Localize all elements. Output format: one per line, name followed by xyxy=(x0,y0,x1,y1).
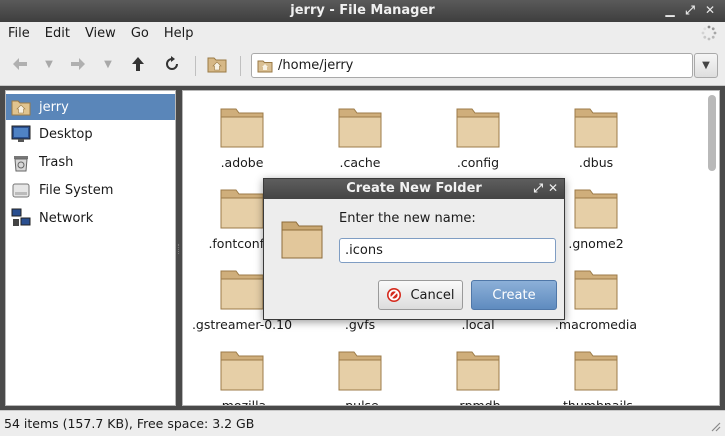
folder-icon xyxy=(456,351,500,391)
close-icon[interactable]: ✕ xyxy=(703,3,717,17)
status-text: 54 items (157.7 KB), Free space: 3.2 GB xyxy=(4,416,255,431)
file-item[interactable]: .adobe xyxy=(183,103,301,170)
create-label: Create xyxy=(492,287,536,303)
trash-icon xyxy=(14,156,28,172)
file-item[interactable]: .mozilla xyxy=(183,346,301,406)
menu-go[interactable]: Go xyxy=(123,26,156,41)
sidebar-item-label: Desktop xyxy=(39,126,93,142)
folder-icon xyxy=(456,108,500,148)
dialog-close-icon[interactable]: ✕ xyxy=(548,181,558,196)
folder-icon xyxy=(574,108,618,148)
file-item[interactable]: .cache xyxy=(301,103,419,170)
file-label: .cache xyxy=(339,155,381,170)
file-label: .config xyxy=(456,155,500,170)
create-button[interactable]: Create xyxy=(471,280,557,310)
home-folder-icon xyxy=(11,100,31,116)
location-path: /home/jerry xyxy=(278,58,354,73)
folder-icon xyxy=(220,270,264,310)
sidebar-item-trash[interactable]: Trash xyxy=(6,149,175,175)
folder-icon xyxy=(220,189,264,229)
drive-icon xyxy=(12,183,30,198)
home-icon[interactable] xyxy=(206,53,228,75)
folder-icon xyxy=(574,351,618,391)
file-label: .dbus xyxy=(578,155,614,170)
file-label: .adobe xyxy=(220,155,264,170)
sidebar-item-file-system[interactable]: File System xyxy=(6,177,175,203)
file-item[interactable]: .pulse xyxy=(301,346,419,406)
status-bar: 54 items (157.7 KB), Free space: 3.2 GB xyxy=(0,410,725,436)
window-titlebar: jerry - File Manager ▁ ⤢ ✕ xyxy=(0,0,725,22)
file-label: .thumbnails xyxy=(559,398,633,406)
folder-icon xyxy=(338,351,382,391)
sidebar-item-label: jerry xyxy=(39,99,69,115)
window-title: jerry - File Manager xyxy=(290,3,435,18)
folder-icon xyxy=(574,270,618,310)
dialog-title: Create New Folder xyxy=(264,179,564,199)
file-item[interactable]: .config xyxy=(419,103,537,170)
file-item[interactable]: .thumbnails xyxy=(537,346,655,406)
cancel-button[interactable]: Cancel xyxy=(378,280,463,310)
back-arrow-icon[interactable] xyxy=(10,54,30,74)
up-arrow-icon[interactable] xyxy=(128,54,148,74)
forward-history-dropdown-icon[interactable]: ▼ xyxy=(98,54,118,74)
sidebar-item-label: File System xyxy=(39,182,114,198)
file-item[interactable]: .rpmdb xyxy=(419,346,537,406)
places-sidebar: jerry Desktop Trash File System Network xyxy=(5,90,176,406)
back-history-dropdown-icon[interactable]: ▼ xyxy=(39,54,59,74)
sidebar-item-network[interactable]: Network xyxy=(6,205,175,231)
folder-icon xyxy=(338,108,382,148)
resize-grip-icon[interactable] xyxy=(709,420,721,432)
cancel-icon xyxy=(387,288,402,302)
maximize-icon[interactable]: ⤢ xyxy=(683,3,697,17)
file-item[interactable]: .dbus xyxy=(537,103,655,170)
folder-icon xyxy=(281,221,323,259)
dialog-maximize-icon[interactable]: ⤢ xyxy=(533,181,543,196)
menu-help[interactable]: Help xyxy=(156,26,201,41)
sidebar-item-label: Trash xyxy=(39,154,74,170)
folder-icon xyxy=(220,108,264,148)
pane-splitter[interactable] xyxy=(178,244,180,254)
busy-spinner-icon xyxy=(701,25,717,41)
sidebar-item-desktop[interactable]: Desktop xyxy=(6,121,175,147)
sidebar-item-jerry[interactable]: jerry xyxy=(6,94,175,120)
minimize-icon[interactable]: ▁ xyxy=(663,3,677,17)
reload-icon[interactable] xyxy=(162,54,182,74)
menu-edit[interactable]: Edit xyxy=(37,26,77,41)
location-dropdown-icon[interactable]: ▼ xyxy=(694,53,718,78)
network-icon xyxy=(11,208,31,226)
location-bar[interactable]: /home/jerry xyxy=(251,53,693,78)
vertical-scrollbar[interactable] xyxy=(708,95,716,171)
forward-arrow-icon[interactable] xyxy=(68,54,88,74)
desktop-icon xyxy=(11,125,31,142)
sidebar-item-label: Network xyxy=(39,210,94,226)
cancel-label: Cancel xyxy=(410,287,455,303)
folder-icon xyxy=(220,351,264,391)
folder-icon xyxy=(257,60,273,72)
file-label: .mozilla xyxy=(217,398,267,406)
file-label: .pulse xyxy=(341,398,379,406)
folder-icon xyxy=(574,189,618,229)
create-folder-dialog: Create New Folder ⤢ ✕ Enter the new name… xyxy=(263,178,565,320)
menu-bar: File Edit View Go Help xyxy=(0,22,725,44)
file-label: .rpmdb xyxy=(455,398,501,406)
menu-view[interactable]: View xyxy=(77,26,123,41)
dialog-prompt: Enter the new name: xyxy=(339,211,476,226)
menu-file[interactable]: File xyxy=(0,26,37,41)
folder-name-input[interactable] xyxy=(339,238,556,263)
